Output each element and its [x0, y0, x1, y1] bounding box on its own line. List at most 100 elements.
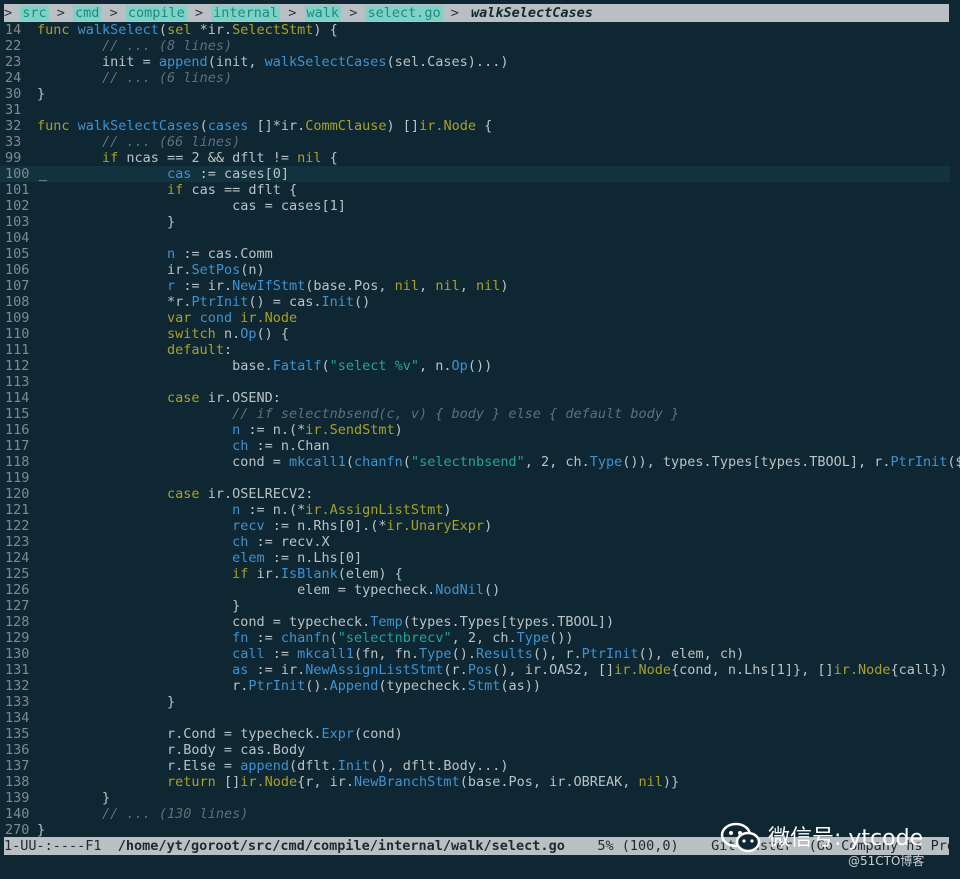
- breadcrumb-item[interactable]: walk: [304, 5, 342, 21]
- breadcrumb-item[interactable]: select.go: [365, 5, 443, 21]
- code-line[interactable]: 102 cas = cases[1]: [0, 198, 950, 214]
- code-line[interactable]: 125 if ir.IsBlank(elem) {: [0, 566, 950, 582]
- code-token: ): [443, 502, 452, 518]
- line-number: 139: [5, 790, 30, 806]
- breadcrumb-item[interactable]: internal: [211, 5, 281, 21]
- code-line[interactable]: 127 }: [0, 598, 950, 614]
- line-number: 23: [5, 54, 22, 70]
- code-token: sel: [167, 22, 200, 38]
- code-line[interactable]: 111 default:: [0, 342, 950, 358]
- code-token: ()), types.Types[types.TBOOL], r.: [622, 454, 891, 470]
- code-token: ch: [232, 534, 249, 550]
- code-token: ir.Node: [833, 662, 891, 678]
- breadcrumb-item[interactable]: src: [20, 5, 49, 21]
- code-text: r.Body = cas.Body: [37, 742, 305, 758]
- code-token: (types.Types[types.TBOOL]): [402, 614, 615, 630]
- line-number: 106: [5, 262, 30, 278]
- line-number: 113: [5, 374, 30, 390]
- code-token: :=: [264, 646, 298, 662]
- breadcrumb-separator: >: [341, 5, 366, 21]
- code-text: }: [37, 598, 240, 614]
- code-text: elem := n.Lhs[0]: [37, 550, 362, 566]
- code-token: n: [232, 422, 241, 438]
- code-line[interactable]: 108 *r.PtrInit() = cas.Init(): [0, 294, 950, 310]
- code-line[interactable]: 104: [0, 230, 950, 246]
- line-number: 22: [5, 38, 22, 54]
- code-line[interactable]: 118 cond = mkcall1(chanfn("selectnbsend"…: [0, 454, 960, 470]
- code-line[interactable]: 128 cond = typecheck.Temp(types.Types[ty…: [0, 614, 950, 630]
- code-line[interactable]: 133 }: [0, 694, 950, 710]
- code-line[interactable]: 106 ir.SetPos(n): [0, 262, 950, 278]
- code-line[interactable]: 129 fn := chanfn("selectnbrecv", 2, ch.T…: [0, 630, 950, 646]
- line-number: 116: [5, 422, 30, 438]
- code-text: }: [37, 790, 110, 806]
- code-text: var cond ir.Node: [37, 310, 297, 326]
- code-line[interactable]: 109 var cond ir.Node: [0, 310, 950, 326]
- code-line[interactable]: 135 r.Cond = typecheck.Expr(cond): [0, 726, 950, 742]
- code-line[interactable]: 138 return []ir.Node{r, ir.NewBranchStmt…: [0, 774, 950, 790]
- code-token: fn: [232, 630, 249, 646]
- code-line[interactable]: 14 func walkSelect(sel *ir.SelectStmt) {: [0, 22, 950, 38]
- code-token: (: [199, 118, 208, 134]
- code-token: () = cas.: [248, 294, 322, 310]
- line-number: 103: [5, 214, 30, 230]
- line-number: 33: [5, 134, 22, 150]
- code-line[interactable]: 112 base.Fatalf("select %v", n.Op()): [0, 358, 950, 374]
- code-line[interactable]: 131 as := ir.NewAssignListStmt(r.Pos(), …: [0, 662, 950, 678]
- code-text: init = append(init, walkSelectCases(sel.…: [37, 54, 508, 70]
- code-line[interactable]: 116 n := n.(*ir.SendStmt): [0, 422, 950, 438]
- code-line[interactable]: 101 if cas == dflt {: [0, 182, 950, 198]
- code-line[interactable]: 130 call := mkcall1(fn, fn.Type().Result…: [0, 646, 950, 662]
- code-token: if: [102, 150, 127, 166]
- code-line[interactable]: 31: [0, 102, 950, 118]
- code-token: ir.AssignListStmt: [305, 502, 444, 518]
- code-line[interactable]: 115 // if selectnbsend(c, v) { body } el…: [0, 406, 950, 422]
- code-line[interactable]: 126 elem = typecheck.NodNil(): [0, 582, 950, 598]
- code-token: , 2, ch.: [524, 454, 590, 470]
- code-editor[interactable]: 14 func walkSelect(sel *ir.SelectStmt) {2…: [0, 22, 960, 838]
- code-line[interactable]: 105 n := cas.Comm: [0, 246, 950, 262]
- code-line[interactable]: 117 ch := n.Chan: [0, 438, 950, 454]
- code-token: if: [232, 566, 257, 582]
- code-line[interactable]: 30}: [0, 86, 950, 102]
- code-line[interactable]: 110 switch n.Op() {: [0, 326, 950, 342]
- code-line[interactable]: 103 }: [0, 214, 950, 230]
- code-line[interactable]: 121 n := n.(*ir.AssignListStmt): [0, 502, 950, 518]
- code-line[interactable]: 136 r.Body = cas.Body: [0, 742, 950, 758]
- code-line[interactable]: 119: [0, 470, 950, 486]
- code-text: r := ir.NewIfStmt(base.Pos, nil, nil, ni…: [37, 278, 508, 294]
- code-line[interactable]: 132 r.PtrInit().Append(typecheck.Stmt(as…: [0, 678, 950, 694]
- code-text: switch n.Op() {: [37, 326, 289, 342]
- code-token: nil: [475, 278, 501, 294]
- code-line[interactable]: 123 ch := recv.X: [0, 534, 950, 550]
- code-line[interactable]: 24 // ... (6 lines): [0, 70, 950, 86]
- breadcrumb-item[interactable]: compile: [125, 5, 187, 21]
- code-text: if ncas == 2 && dflt != nil {: [37, 150, 338, 166]
- code-line[interactable]: 99 if ncas == 2 && dflt != nil {: [0, 150, 950, 166]
- code-line[interactable]: 120 case ir.OSELRECV2:: [0, 486, 950, 502]
- code-line[interactable]: 122 recv := n.Rhs[0].(*ir.UnaryExpr): [0, 518, 950, 534]
- code-line[interactable]: 32 func walkSelectCases(cases []*ir.CommC…: [0, 118, 950, 134]
- code-token: r.: [37, 678, 249, 694]
- code-line[interactable]: 23 init = append(init, walkSelectCases(s…: [0, 54, 950, 70]
- current-code-line[interactable]: 100 cas := cases[0] _: [0, 166, 950, 182]
- code-token: PtrInit: [191, 294, 249, 310]
- code-line[interactable]: 114 case ir.OSEND:: [0, 390, 950, 406]
- code-token: PtrInit: [890, 454, 948, 470]
- code-line[interactable]: 113: [0, 374, 950, 390]
- code-line[interactable]: 139 }: [0, 790, 950, 806]
- code-token: as: [232, 662, 249, 678]
- code-line[interactable]: 137 r.Else = append(dflt.Init(), dflt.Bo…: [0, 758, 950, 774]
- code-line[interactable]: 22 // ... (8 lines): [0, 38, 950, 54]
- code-token: (: [402, 454, 411, 470]
- code-line[interactable]: 134: [0, 710, 950, 726]
- code-line[interactable]: 124 elem := n.Lhs[0]: [0, 550, 950, 566]
- code-line[interactable]: 107 r := ir.NewIfStmt(base.Pos, nil, nil…: [0, 278, 950, 294]
- line-number: 134: [5, 710, 30, 726]
- breadcrumb-item[interactable]: cmd: [73, 5, 102, 21]
- code-token: chanfn: [354, 454, 403, 470]
- code-line[interactable]: 33 // ... (66 lines): [0, 134, 950, 150]
